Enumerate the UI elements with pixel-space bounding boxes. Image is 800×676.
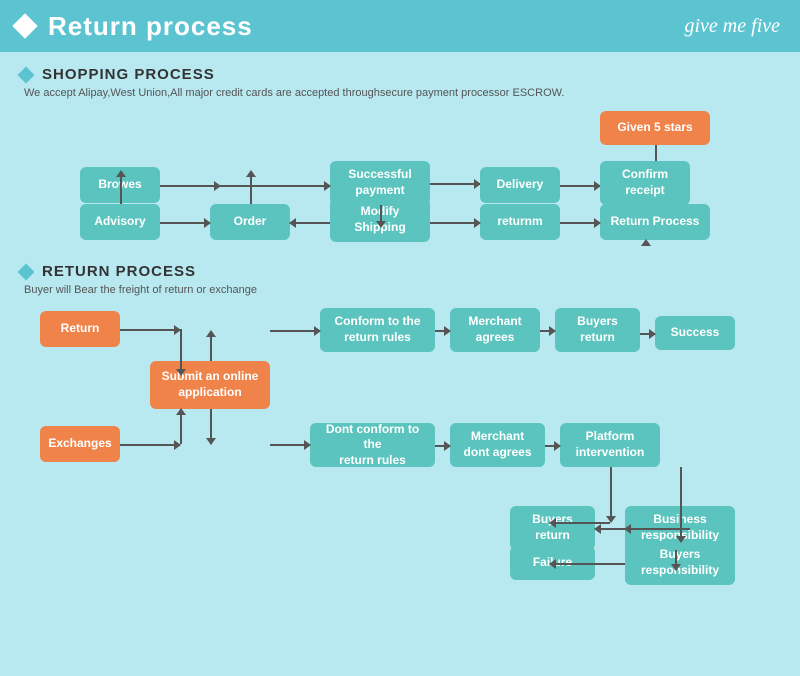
diamond-icon <box>18 66 35 83</box>
advisory-box: Advisory <box>80 204 160 240</box>
merchant-dont-box: Merchantdont agrees <box>450 423 545 467</box>
delivery-box: Delivery <box>480 167 560 203</box>
success-box: Success <box>655 316 735 350</box>
given-5-stars-box: Given 5 stars <box>600 111 710 145</box>
exchanges-box: Exchanges <box>40 426 120 462</box>
confirm-receipt-box: Confirmreceipt <box>600 161 690 205</box>
diamond2-icon <box>18 263 35 280</box>
merchant-agrees-box: Merchantagrees <box>450 308 540 352</box>
return-section-header: RETURN PROCESS <box>20 263 780 280</box>
header: Return process give me five <box>0 0 800 52</box>
shopping-title: SHOPPING PROCESS <box>42 66 215 83</box>
shopping-desc: We accept Alipay,West Union,All major cr… <box>20 87 780 99</box>
return-box: Return <box>40 311 120 347</box>
shopping-flow-diagram: Given 5 stars Browes Successfulpayment D… <box>20 109 780 259</box>
platform-box: Platformintervention <box>560 423 660 467</box>
return-desc: Buyer will Bear the freight of return or… <box>20 284 780 296</box>
submit-online-box: Submit an onlineapplication <box>150 361 270 409</box>
return-title: RETURN PROCESS <box>42 263 196 280</box>
page-title: Return process <box>48 11 253 42</box>
order-box: Order <box>210 204 290 240</box>
conform-return-box: Conform to thereturn rules <box>320 308 435 352</box>
dont-conform-box: Dont conform to thereturn rules <box>310 423 435 467</box>
returnm-box: returnm <box>480 204 560 240</box>
logo-text: give me five <box>685 15 781 38</box>
buyers-return1-box: Buyersreturn <box>555 308 640 352</box>
main-content: SHOPPING PROCESS We accept Alipay,West U… <box>0 52 800 590</box>
return-process-box: Return Process <box>600 204 710 240</box>
buyers-return2-box: Buyersreturn <box>510 506 595 550</box>
return-flow-diagram: Return Exchanges Submit an onlineapplica… <box>20 306 780 576</box>
header-diamond-icon <box>12 13 37 38</box>
shopping-section-header: SHOPPING PROCESS <box>20 66 780 83</box>
